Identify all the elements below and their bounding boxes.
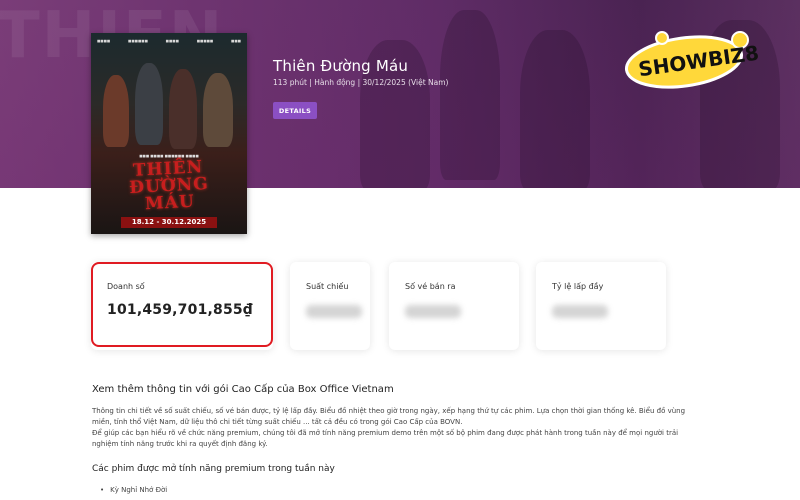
stat-label: Số vé bán ra <box>405 282 456 291</box>
premium-section-title: Xem thêm thông tin với gói Cao Cấp của B… <box>92 384 394 395</box>
poster-subtitle: ■■■ ■■■■ ■■■■■■ ■■■■ <box>139 154 199 158</box>
premium-description: Thông tin chi tiết về số suất chiếu, số … <box>92 407 686 426</box>
poster-title: THIÊN ĐƯỜNG MÁU <box>128 157 210 215</box>
poster-figure <box>135 63 163 145</box>
poster-release-date: 18.12 - 30.12.2025 <box>121 217 217 228</box>
stat-value-blurred <box>306 305 362 318</box>
stat-label: Tỷ lệ lấp đầy <box>552 282 604 291</box>
hero-background-figure <box>520 30 590 188</box>
movie-title: Thiên Đường Máu <box>273 57 409 75</box>
stat-card-tickets-sold: Số vé bán ra <box>389 262 519 350</box>
poster-figure <box>169 69 197 149</box>
stat-value-blurred <box>405 305 461 318</box>
details-button[interactable]: DETAILS <box>273 102 317 119</box>
poster-figure <box>103 75 129 147</box>
premium-films-title: Các phim được mở tính năng premium trong… <box>92 464 335 474</box>
stat-label: Suất chiếu <box>306 282 349 291</box>
movie-poster: ■■■■ ■■■■■■ ■■■■ ■■■■■ ■■■ ■■■ ■■■■ ■■■■■■ ■… <box>91 33 247 234</box>
movie-meta: 113 phút | Hành động | 30/12/2025 (Việt … <box>273 78 449 87</box>
stat-value-blurred <box>552 305 608 318</box>
premium-film-link[interactable]: Kỳ Nghỉ Nhớ Đời <box>100 486 167 494</box>
highlight-box <box>91 262 273 347</box>
stat-card-showtimes: Suất chiếu <box>290 262 370 350</box>
showbiz8-logo: SHOWBIZ8 <box>624 31 760 89</box>
poster-figure <box>203 73 233 147</box>
premium-film-list: Kỳ Nghỉ Nhớ Đời <box>100 486 167 494</box>
premium-description: Để giúp các bạn hiểu rõ về chức năng pre… <box>92 429 679 448</box>
hero-background-figure <box>440 10 500 180</box>
stat-card-occupancy: Tỷ lệ lấp đầy <box>536 262 666 350</box>
poster-cast-names: ■■■■ ■■■■■■ ■■■■ ■■■■■ ■■■ <box>97 39 241 43</box>
